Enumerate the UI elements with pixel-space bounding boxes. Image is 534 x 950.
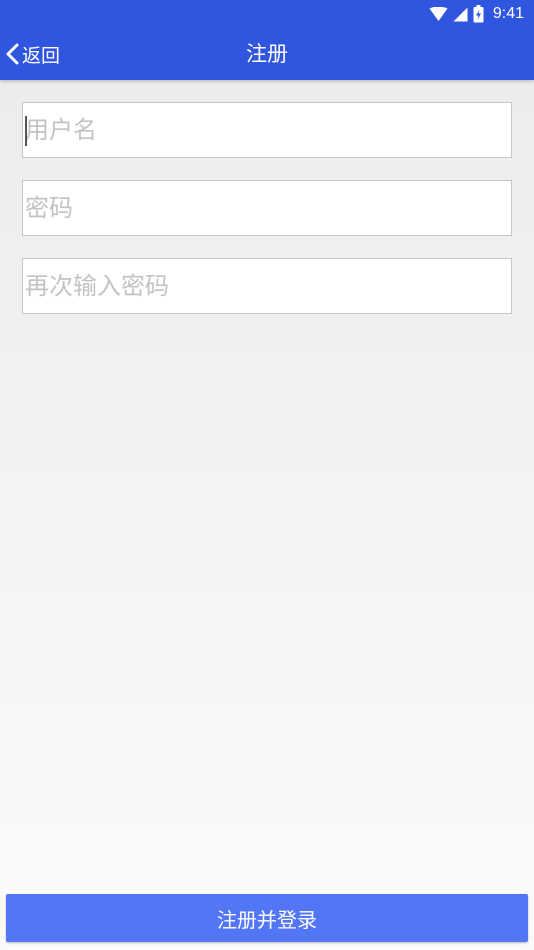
wifi-icon (429, 6, 448, 21)
username-field[interactable] (22, 102, 512, 158)
battery-icon (473, 5, 484, 23)
status-bar: 9:41 (0, 0, 534, 28)
password-input[interactable] (23, 181, 511, 235)
register-and-login-button[interactable]: 注册并登录 (6, 894, 528, 942)
back-button[interactable]: 返回 (4, 38, 60, 70)
status-time: 9:41 (492, 5, 524, 22)
page-title: 注册 (246, 42, 288, 66)
signal-icon (453, 7, 468, 21)
confirm-password-input[interactable] (23, 259, 511, 313)
status-icons: 9:41 (429, 3, 524, 25)
text-caret (25, 116, 27, 146)
username-input[interactable] (23, 103, 511, 157)
password-field[interactable] (22, 180, 512, 236)
confirm-password-field[interactable] (22, 258, 512, 314)
app-header: 9:41 返回 注册 (0, 0, 534, 80)
chevron-left-icon (6, 43, 19, 65)
back-label: 返回 (22, 44, 61, 67)
